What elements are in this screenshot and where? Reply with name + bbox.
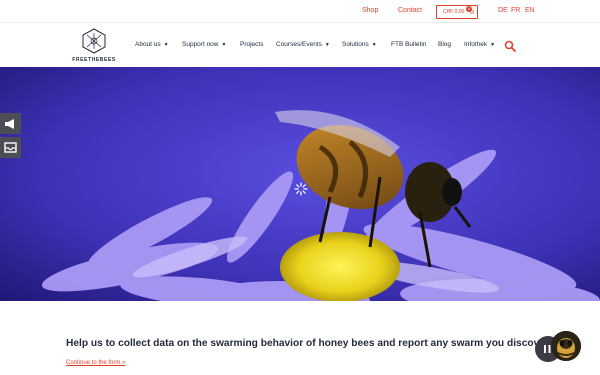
- nav-label: Blog: [438, 41, 452, 48]
- nav-label: Infothek: [464, 41, 488, 48]
- caret-down-icon: ▼: [221, 42, 227, 48]
- nav-label: FTB Bulletin: [391, 41, 427, 48]
- nav-blog[interactable]: Blog: [438, 41, 451, 48]
- loading-spinner-icon: [294, 182, 308, 196]
- nav-about-us[interactable]: About us ▼: [135, 41, 169, 48]
- nav-label: Support now: [182, 41, 219, 48]
- lang-en[interactable]: EN: [525, 7, 535, 14]
- bee-avatar-image: [551, 331, 581, 361]
- cart-count-badge: 0: [466, 6, 472, 12]
- contact-link[interactable]: Contact: [398, 7, 422, 14]
- caret-down-icon: ▼: [490, 42, 496, 48]
- nav-ftb-bulletin[interactable]: FTB Bulletin: [391, 41, 426, 48]
- nav-label: Projects: [240, 41, 264, 48]
- megaphone-icon: [5, 119, 14, 129]
- nav-label: Courses/Events: [276, 41, 322, 48]
- nav-infothek[interactable]: Infothek ▼: [464, 41, 495, 48]
- caret-down-icon: ▼: [163, 42, 169, 48]
- hero-image: [0, 67, 600, 301]
- main-nav: FREETHEBEES About us ▼ Support now ▼ Proje…: [0, 23, 600, 67]
- nav-projects[interactable]: Projects: [240, 41, 263, 48]
- continue-to-form-link[interactable]: Continue to the form »: [66, 360, 125, 366]
- cart-label: CHF 0.00: [443, 9, 465, 15]
- shop-link[interactable]: Shop: [362, 7, 378, 14]
- swarm-report-heading: Help us to collect data on the swarming …: [66, 338, 553, 349]
- top-bar: Shop Contact CHF 0.00 0 DE FR EN: [0, 0, 600, 22]
- inbox-icon: [4, 142, 17, 153]
- bee-avatar[interactable]: [551, 331, 581, 361]
- nav-support-now[interactable]: Support now ▼: [182, 41, 226, 48]
- nav-label: About us: [135, 41, 161, 48]
- lang-de[interactable]: DE: [498, 7, 508, 14]
- nav-solutions[interactable]: Solutions ▼: [342, 41, 377, 48]
- inbox-button[interactable]: [0, 137, 21, 158]
- nav-courses-events[interactable]: Courses/Events ▼: [276, 41, 330, 48]
- caret-down-icon: ▼: [324, 42, 330, 48]
- lang-fr[interactable]: FR: [511, 7, 520, 14]
- announcement-button[interactable]: [0, 113, 21, 134]
- search-icon[interactable]: [504, 40, 516, 52]
- logo-text: FREETHEBEES: [72, 57, 116, 63]
- caret-down-icon: ▼: [371, 42, 377, 48]
- nav-label: Solutions: [342, 41, 369, 48]
